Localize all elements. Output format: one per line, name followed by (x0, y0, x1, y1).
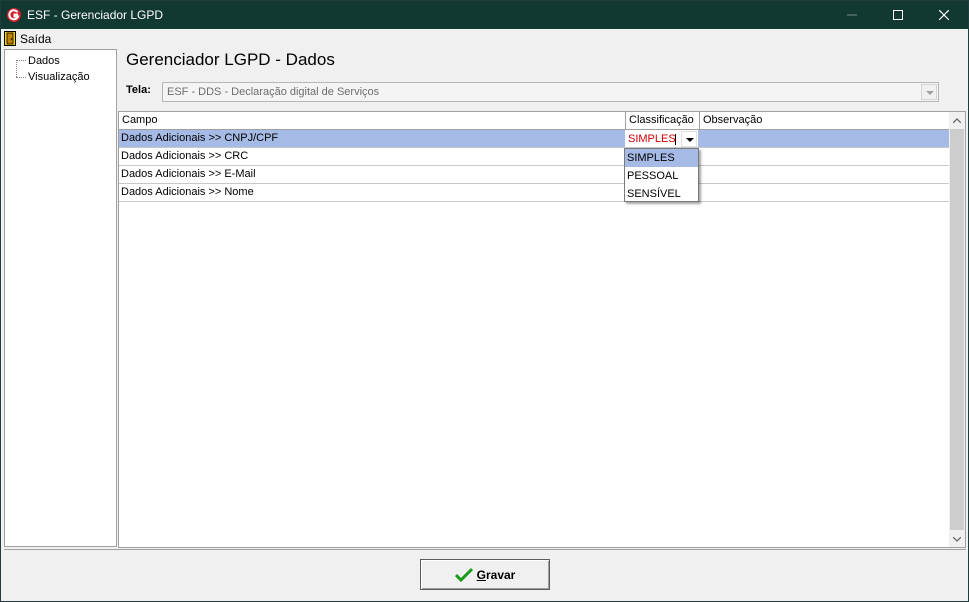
maximize-icon (893, 10, 903, 20)
title-bar[interactable]: ESF - Gerenciador LGPD (1, 1, 968, 29)
maximize-button[interactable] (875, 1, 921, 29)
cell-campo[interactable]: Dados Adicionais >> CRC (119, 148, 625, 165)
scroll-down-button[interactable] (949, 531, 965, 547)
editor-value: SIMPLES (628, 133, 676, 145)
tela-select[interactable]: ESF - DDS - Declaração digital de Serviç… (162, 82, 939, 102)
cell-observacao[interactable] (700, 166, 950, 183)
check-icon (454, 567, 473, 582)
exit-door-icon (4, 31, 16, 46)
cell-campo[interactable]: Dados Adicionais >> Nome (119, 184, 625, 201)
dropdown-option-simples[interactable]: SIMPLES (625, 149, 698, 167)
chevron-up-icon (952, 118, 962, 124)
vertical-scrollbar[interactable] (949, 112, 965, 547)
table-row[interactable]: Dados Adicionais >> Nome (119, 184, 950, 202)
save-button[interactable]: Gravar (420, 559, 550, 590)
tela-value: ESF - DDS - Declaração digital de Serviç… (167, 86, 380, 98)
classificacao-dropdown: SIMPLES PESSOAL SENSÍVEL (624, 148, 699, 202)
close-button[interactable] (921, 1, 967, 29)
minimize-icon (847, 14, 857, 16)
grid-header: Campo Classificação Observação (119, 112, 950, 130)
chevron-down-icon[interactable] (921, 84, 937, 100)
menu-bar: Saída (1, 29, 968, 48)
close-icon (938, 9, 950, 21)
column-header-campo[interactable]: Campo (119, 112, 626, 130)
navigation-tree: Dados Visualização (4, 49, 117, 547)
fields-grid: Campo Classificação Observação Dados Adi… (118, 111, 966, 548)
app-window: ESF - Gerenciador LGPD Saída Dados Visua… (0, 0, 969, 602)
chevron-down-icon[interactable] (681, 131, 697, 147)
table-row[interactable]: Dados Adicionais >> E-Mail (119, 166, 950, 184)
scroll-up-button[interactable] (949, 112, 965, 128)
table-row[interactable]: Dados Adicionais >> CRC (119, 148, 950, 166)
text-caret (675, 134, 676, 145)
save-button-label: Gravar (476, 567, 516, 582)
cell-campo[interactable]: Dados Adicionais >> E-Mail (119, 166, 625, 183)
menu-exit[interactable]: Saída (4, 30, 51, 47)
cell-observacao[interactable] (700, 130, 950, 147)
classificacao-editor[interactable]: SIMPLES (625, 130, 698, 147)
tela-label: Tela: (126, 84, 151, 96)
tree-item-dados[interactable]: Dados (28, 55, 60, 67)
column-header-classificacao[interactable]: Classificação (626, 112, 700, 130)
tree-connector (16, 77, 26, 78)
minimize-button[interactable] (829, 1, 875, 29)
tree-connector (16, 60, 26, 61)
tree-item-visualizacao[interactable]: Visualização (28, 71, 90, 83)
table-row[interactable]: Dados Adicionais >> CNPJ/CPF SIMPLES (119, 130, 950, 148)
menu-exit-label: Saída (20, 31, 52, 46)
column-header-observacao[interactable]: Observação (700, 112, 950, 130)
cell-observacao[interactable] (700, 184, 950, 201)
cell-campo[interactable]: Dados Adicionais >> CNPJ/CPF (119, 130, 625, 147)
tree-connector (16, 60, 17, 77)
page-title: Gerenciador LGPD - Dados (126, 50, 335, 69)
dropdown-option-pessoal[interactable]: PESSOAL (625, 167, 698, 185)
cell-observacao[interactable] (700, 148, 950, 165)
app-logo-icon (7, 8, 21, 22)
scroll-thumb[interactable] (950, 129, 964, 530)
window-title: ESF - Gerenciador LGPD (27, 8, 164, 22)
dropdown-option-sensivel[interactable]: SENSÍVEL (625, 185, 698, 203)
chevron-down-icon (952, 536, 962, 542)
